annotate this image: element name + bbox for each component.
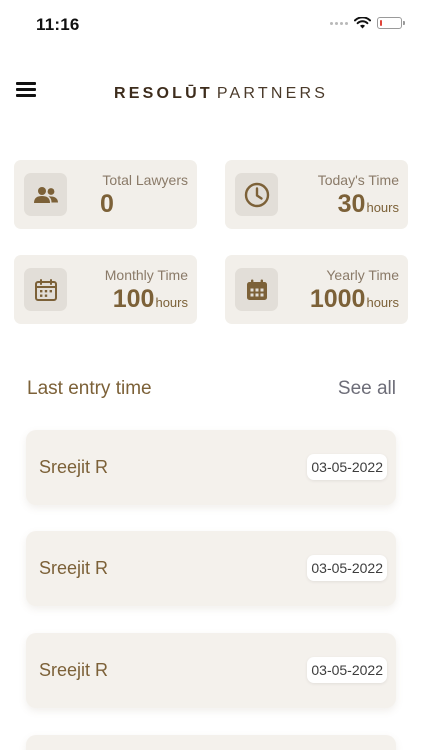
status-bar: 11:16 (0, 0, 422, 50)
stat-label: Today's Time (317, 172, 399, 188)
see-all-link[interactable]: See all (338, 378, 396, 400)
brand-logo: RESOLŪT PARTNERS (114, 85, 328, 103)
stat-value: 1000hours (309, 285, 399, 313)
entry-item[interactable]: Sreejit R 03-05-2022 (26, 430, 396, 505)
entry-date-badge: 03-05-2022 (307, 454, 387, 480)
stat-label: Monthly Time (104, 267, 188, 283)
entry-item[interactable]: Sreejit R 03-05-2022 (26, 531, 396, 606)
stat-label: Total Lawyers (102, 172, 188, 188)
stat-card-yearly-time[interactable]: Yearly Time 1000hours (225, 255, 408, 324)
users-icon (24, 173, 67, 216)
stat-card-monthly-time[interactable]: Monthly Time 100hours (14, 255, 197, 324)
stat-card-total-lawyers[interactable]: Total Lawyers 0 (14, 160, 197, 229)
stat-value: 30hours (337, 190, 399, 218)
entry-item[interactable]: Sreejit R 03-05-2022 (26, 633, 396, 708)
calendar-icon (24, 268, 67, 311)
battery-icon (377, 17, 405, 29)
status-indicators (330, 17, 405, 29)
signal-dots-icon (330, 21, 348, 25)
wifi-icon (354, 17, 371, 29)
status-time: 11:16 (36, 15, 80, 34)
stat-card-todays-time[interactable]: Today's Time 30hours (225, 160, 408, 229)
entry-date-badge: 03-05-2022 (307, 555, 387, 581)
entry-item-partial[interactable] (26, 735, 396, 750)
entry-name: Sreejit R (39, 457, 109, 477)
menu-icon[interactable] (16, 82, 36, 98)
calendar-grid-icon (235, 268, 278, 311)
stat-label: Yearly Time (326, 267, 399, 283)
section-title: Last entry time (27, 378, 152, 399)
entry-name: Sreejit R (39, 660, 109, 680)
stat-value: 0 (100, 190, 114, 218)
stat-value: 100hours (112, 285, 188, 313)
entry-date-badge: 03-05-2022 (307, 657, 387, 683)
brand-suffix: PARTNERS (216, 85, 329, 102)
brand-name: RESOLŪT (114, 85, 213, 102)
clock-icon (235, 173, 278, 216)
entry-name: Sreejit R (39, 558, 109, 578)
